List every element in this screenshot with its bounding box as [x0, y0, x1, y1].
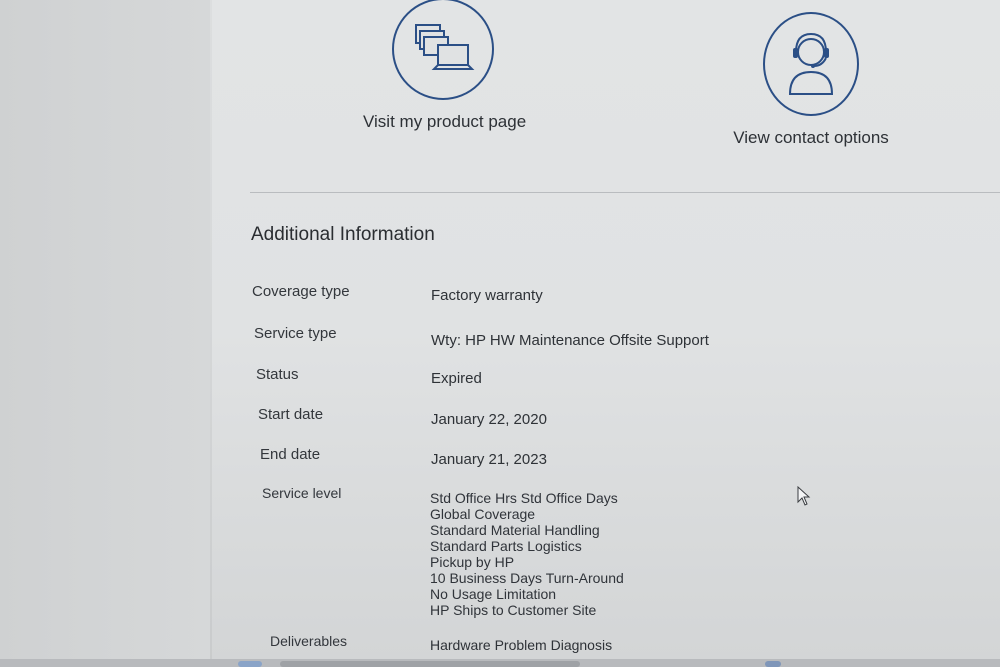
headset-agent-icon	[788, 32, 834, 95]
contact-options-link[interactable]: View contact options	[731, 128, 891, 148]
start-date-value: January 22, 2020	[431, 411, 547, 428]
additional-information-heading: Additional Information	[251, 224, 435, 245]
taskbar-start-icon[interactable]	[238, 661, 262, 667]
deliverables-label: Deliverables	[270, 633, 348, 649]
taskbar-search-box[interactable]	[280, 661, 580, 667]
service-level-item: Standard Parts Logistics	[430, 538, 582, 554]
taskbar-app-icon[interactable]	[765, 661, 781, 667]
laptop-stack-icon	[415, 24, 475, 70]
product-page-tile[interactable]: Visit my product page	[363, 0, 526, 132]
coverage-type-label: Coverage type	[252, 283, 350, 300]
service-level-item: Pickup by HP	[430, 554, 515, 570]
contact-options-tile[interactable]: View contact options	[731, 12, 891, 148]
deliverables-value: Hardware Problem Diagnosis	[430, 637, 613, 653]
service-level-item: 10 Business Days Turn-Around	[430, 570, 624, 586]
service-type-label: Service type	[254, 325, 337, 342]
end-date-value: January 21, 2023	[431, 451, 547, 468]
service-type-value: Wty: HP HW Maintenance Offsite Support	[431, 332, 709, 349]
product-page-link[interactable]: Visit my product page	[363, 112, 526, 132]
product-page-icon-circle[interactable]	[392, 0, 494, 100]
status-value: Expired	[431, 370, 482, 387]
service-level-item: Std Office Hrs Std Office Days	[430, 490, 618, 506]
service-level-item: Global Coverage	[430, 506, 536, 522]
left-sidebar-area	[0, 0, 210, 667]
service-level-item: Standard Material Handling	[430, 522, 600, 538]
end-date-label: End date	[260, 446, 321, 463]
mouse-pointer-icon	[797, 486, 811, 506]
service-level-list: Std Office Hrs Std Office Days Global Co…	[430, 490, 624, 618]
service-level-label: Service level	[262, 485, 342, 501]
coverage-type-value: Factory warranty	[431, 287, 543, 304]
start-date-label: Start date	[258, 406, 324, 423]
contact-options-icon-circle[interactable]	[763, 12, 859, 116]
section-divider	[250, 192, 1000, 193]
service-level-item: No Usage Limitation	[430, 586, 557, 602]
service-level-item: HP Ships to Customer Site	[430, 602, 597, 618]
status-label: Status	[256, 366, 299, 383]
